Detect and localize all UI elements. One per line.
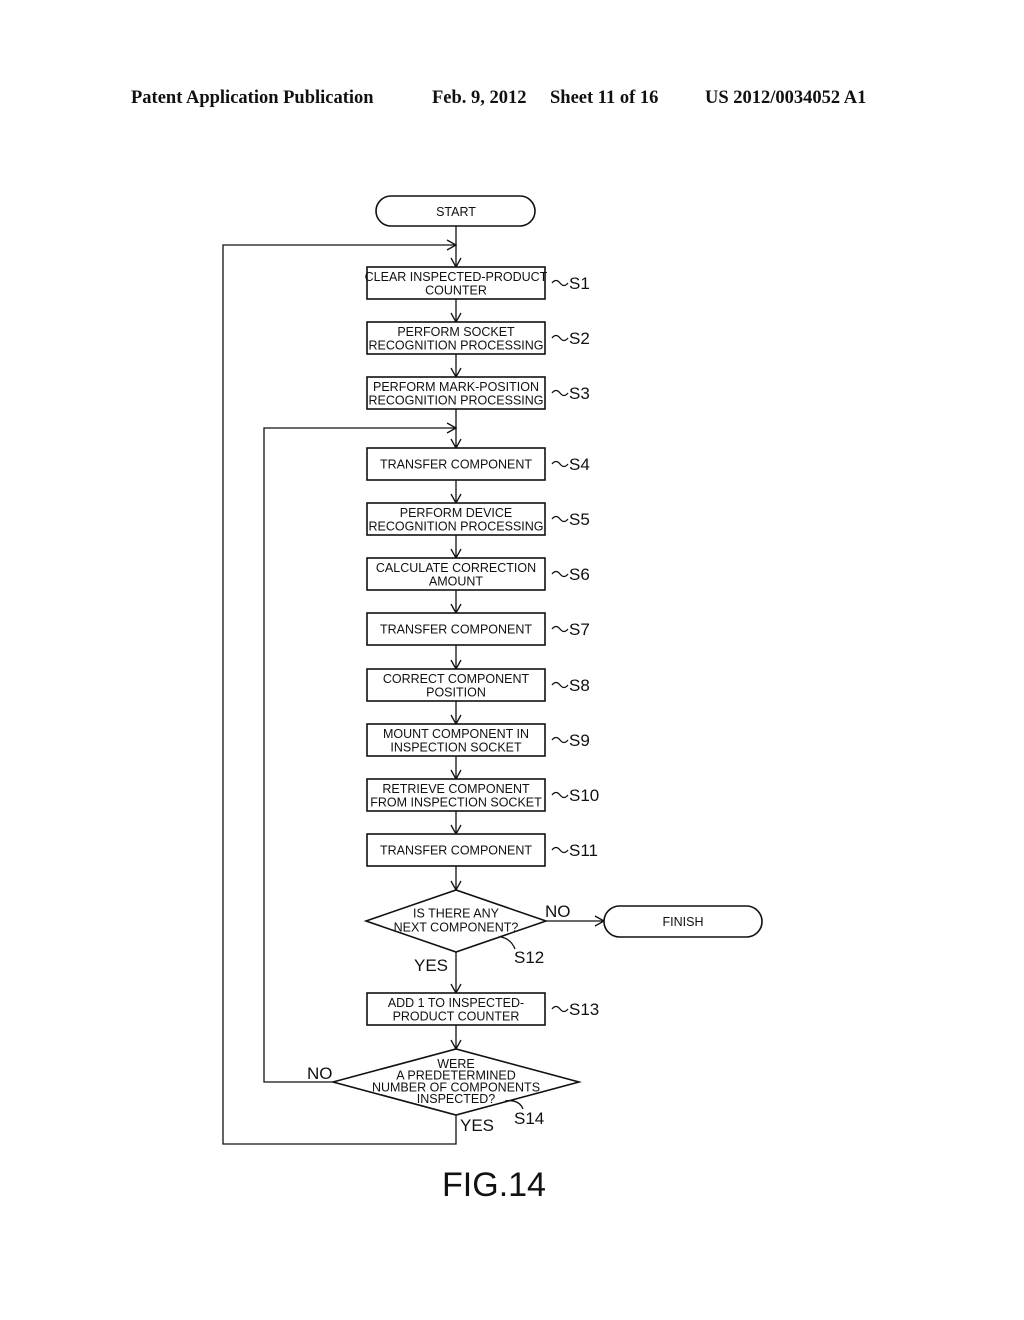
node-text: PERFORM DEVICE — [400, 506, 513, 520]
step-ref-tilde — [551, 1005, 569, 1013]
node-text: AMOUNT — [429, 574, 484, 588]
start-label: START — [436, 205, 476, 219]
step-ref-label: S7 — [569, 620, 590, 639]
node-text: PERFORM MARK-POSITION — [373, 380, 539, 394]
process-step-s13: ADD 1 TO INSPECTED-PRODUCT COUNTER S13 — [366, 992, 599, 1026]
step-ref-tilde — [551, 625, 569, 633]
process-step-s11: TRANSFER COMPONENT S11 — [366, 833, 598, 867]
process-step-s1: CLEAR INSPECTED-PRODUCTCOUNTER S1 — [365, 266, 590, 300]
finish-terminal: FINISH — [603, 905, 763, 938]
step-ref-label: S1 — [569, 274, 590, 293]
node-text: INSPECTION SOCKET — [390, 740, 522, 754]
figure-label: FIG.14 — [442, 1166, 546, 1204]
step-ref-label: S2 — [569, 329, 590, 348]
step-ref-tilde — [551, 736, 569, 744]
flow-nodes: START FINISH CLEAR INSPECTED-PRODUCTCOUNTE… — [307, 195, 763, 1135]
step-ref-label: S4 — [569, 455, 590, 474]
step-ref-tilde — [551, 846, 569, 854]
step-ref-label: S14 — [514, 1109, 544, 1128]
node-text: PRODUCT COUNTER — [393, 1009, 520, 1023]
node-text: FROM INSPECTION SOCKET — [370, 795, 542, 809]
step-ref-leader — [500, 936, 516, 950]
node-text: TRANSFER COMPONENT — [380, 458, 532, 472]
process-step-s8: CORRECT COMPONENTPOSITION S8 — [366, 668, 590, 702]
flowchart: START FINISH CLEAR INSPECTED-PRODUCTCOUNTE… — [222, 195, 763, 1204]
step-ref-tilde — [551, 681, 569, 689]
step-ref-tilde — [551, 279, 569, 287]
step-ref-tilde — [551, 570, 569, 578]
node-text: TRANSFER COMPONENT — [380, 623, 532, 637]
process-step-s2: PERFORM SOCKETRECOGNITION PROCESSING S2 — [366, 321, 590, 355]
node-text: ADD 1 TO INSPECTED- — [388, 996, 524, 1010]
step-ref-label: S11 — [569, 841, 598, 860]
node-text: IS THERE ANY — [413, 907, 500, 921]
step-ref-tilde — [551, 334, 569, 342]
step-ref-label: S3 — [569, 384, 590, 403]
yes-label: YES — [460, 1116, 494, 1135]
node-text: COUNTER — [425, 283, 487, 297]
decision-s14: WEREA PREDETERMINEDNUMBER OF COMPONENTSI… — [307, 1048, 583, 1135]
node-text: PERFORM SOCKET — [397, 325, 515, 339]
process-step-s3: PERFORM MARK-POSITIONRECOGNITION PROCESS… — [366, 376, 590, 410]
node-text: TRANSFER COMPONENT — [380, 844, 532, 858]
node-text: CALCULATE CORRECTION — [376, 561, 536, 575]
process-step-s9: MOUNT COMPONENT ININSPECTION SOCKET S9 — [366, 723, 590, 757]
node-text: CLEAR INSPECTED-PRODUCT — [365, 270, 548, 284]
step-ref-label: S8 — [569, 676, 590, 695]
step-ref-tilde — [551, 389, 569, 397]
decision-s12: IS THERE ANYNEXT COMPONENT? S12 NO YES — [363, 889, 571, 975]
node-text: INSPECTED? — [417, 1092, 496, 1106]
step-ref-label: S12 — [514, 948, 544, 967]
step-ref-label: S10 — [569, 786, 599, 805]
step-ref-label: S9 — [569, 731, 590, 750]
finish-label: FINISH — [663, 915, 704, 929]
node-text: RECOGNITION PROCESSING — [368, 338, 543, 352]
step-ref-label: S5 — [569, 510, 590, 529]
step-ref-label: S13 — [569, 1000, 599, 1019]
start-terminal: START — [375, 195, 536, 227]
yes-label: YES — [414, 956, 448, 975]
process-step-s6: CALCULATE CORRECTIONAMOUNT S6 — [366, 557, 590, 591]
node-text: NEXT COMPONENT? — [394, 921, 519, 935]
node-text: MOUNT COMPONENT IN — [383, 727, 529, 741]
node-text: RECOGNITION PROCESSING — [368, 393, 543, 407]
node-text: RECOGNITION PROCESSING — [368, 519, 543, 533]
step-ref-label: S6 — [569, 565, 590, 584]
node-text: RETRIEVE COMPONENT — [382, 782, 530, 796]
process-step-s4: TRANSFER COMPONENT S4 — [366, 447, 590, 481]
node-text: CORRECT COMPONENT — [383, 672, 530, 686]
step-ref-tilde — [551, 791, 569, 799]
no-label: NO — [307, 1064, 333, 1083]
node-text: POSITION — [426, 685, 486, 699]
no-label: NO — [545, 902, 571, 921]
process-step-s7: TRANSFER COMPONENT S7 — [366, 612, 590, 646]
process-step-s10: RETRIEVE COMPONENTFROM INSPECTION SOCKET… — [366, 778, 599, 812]
process-step-s5: PERFORM DEVICERECOGNITION PROCESSING S5 — [366, 502, 590, 536]
step-ref-tilde — [551, 515, 569, 523]
step-ref-tilde — [551, 460, 569, 468]
